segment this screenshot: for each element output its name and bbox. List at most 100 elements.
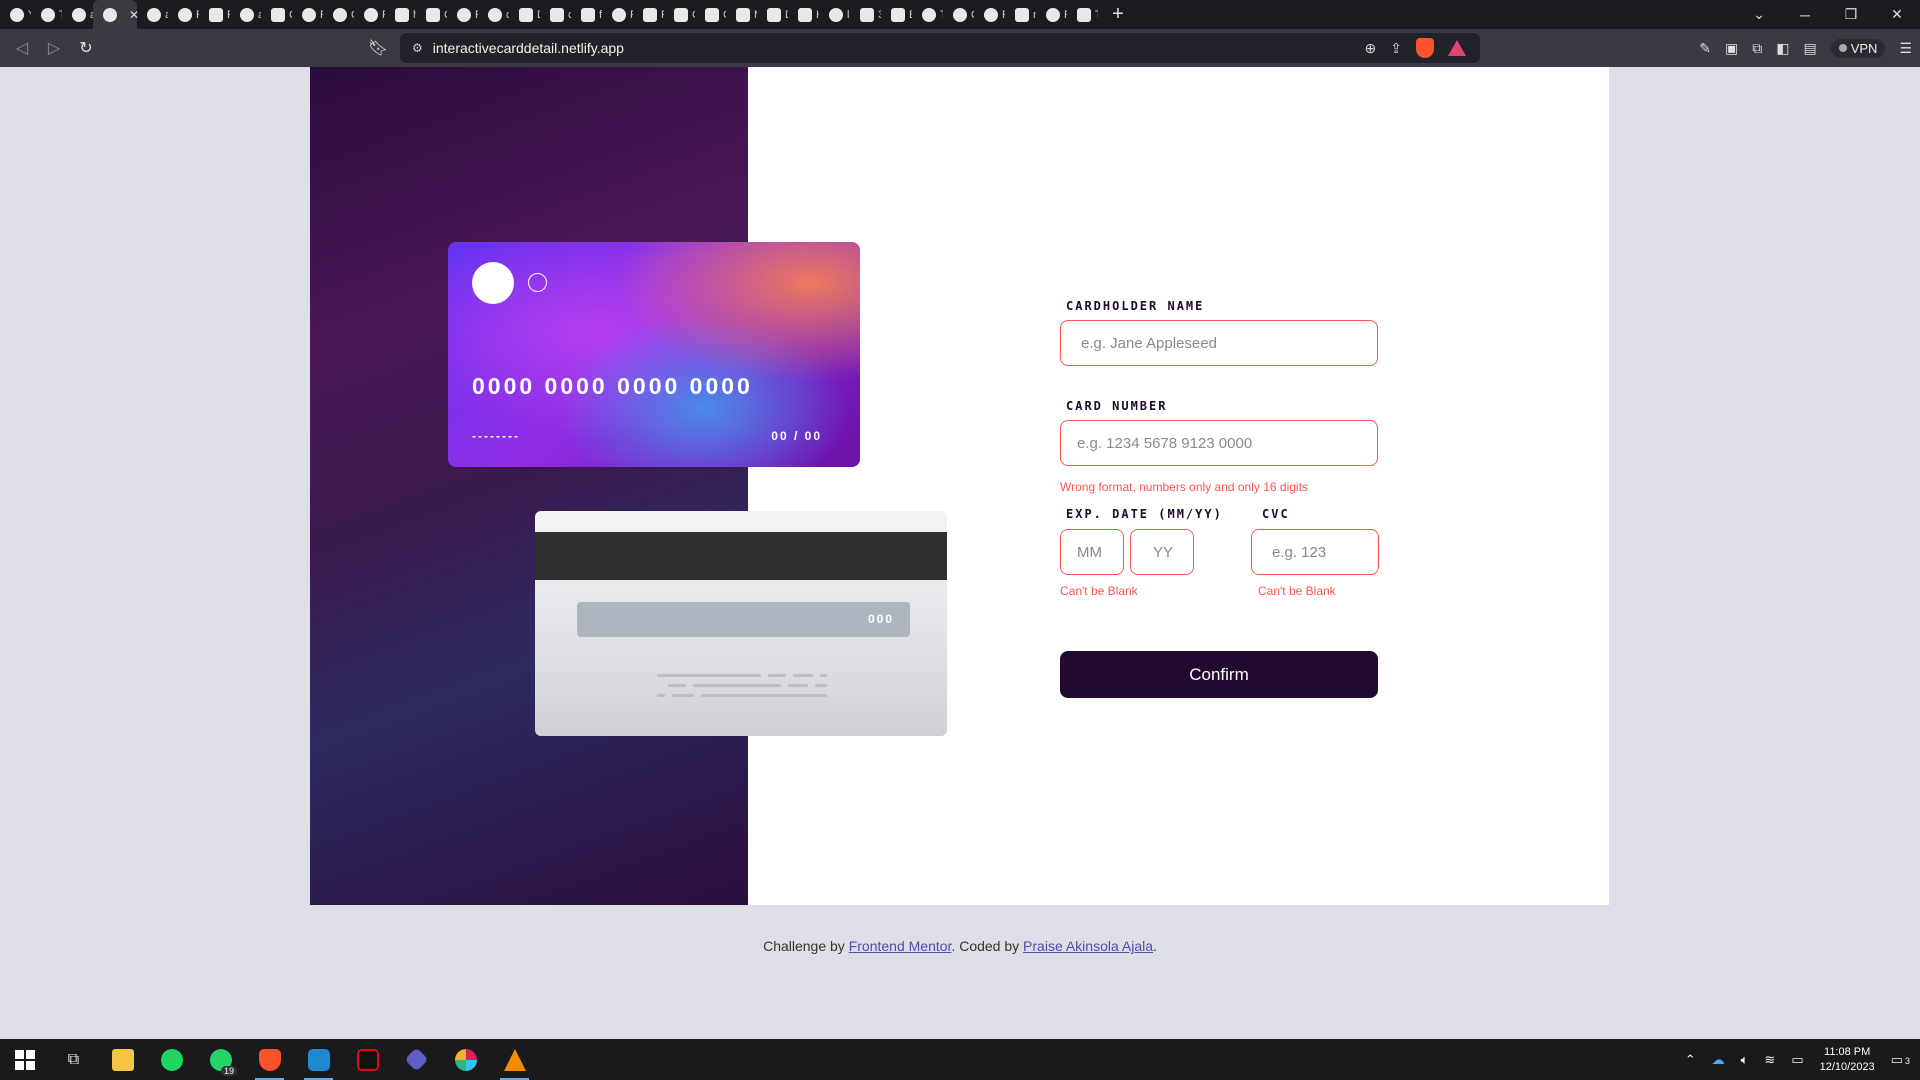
globe-icon <box>488 7 502 22</box>
new-tab-button[interactable]: + <box>1098 3 1138 26</box>
netflix-icon[interactable] <box>343 1039 392 1080</box>
close-window-button[interactable]: ✕ <box>1874 6 1920 23</box>
onedrive-icon[interactable]: ☁ <box>1712 1052 1725 1068</box>
card-expiry-display: 00 / 00 <box>771 429 822 443</box>
browser-tab[interactable]: M <box>726 0 757 29</box>
extensions-puzzle-icon[interactable]: ⧉ <box>1752 40 1762 57</box>
file-explorer-icon[interactable] <box>98 1039 147 1080</box>
exp-date-label: EXP. DATE (MM/YY) <box>1066 507 1223 521</box>
restore-button[interactable]: ❐ <box>1828 6 1874 23</box>
react-icon <box>41 7 55 22</box>
browser-tab[interactable]: Bi <box>881 0 912 29</box>
brave-icon[interactable] <box>245 1039 294 1080</box>
back-button[interactable]: ◁ <box>6 32 38 64</box>
windows-start-icon[interactable] <box>0 1039 49 1080</box>
exp-month-input[interactable] <box>1060 529 1124 575</box>
browser-tab[interactable]: Re <box>1036 0 1067 29</box>
browser-tab[interactable]: Gi <box>695 0 726 29</box>
site-info-icon[interactable]: ⚙︎ <box>412 41 423 55</box>
cardholder-name-input[interactable] <box>1060 320 1378 366</box>
globe-icon <box>829 7 843 22</box>
browser-tab[interactable]: 3N <box>850 0 881 29</box>
browser-tab[interactable]: aj <box>62 0 93 29</box>
eyedropper-icon[interactable]: ✎ <box>1699 40 1711 57</box>
browser-tab[interactable]: m <box>1005 0 1036 29</box>
minimize-button[interactable]: ─ <box>1782 7 1828 23</box>
browser-tab[interactable]: Re <box>168 0 199 29</box>
forward-button[interactable]: ▷ <box>38 32 70 64</box>
show-hidden-icons-chevron-icon[interactable]: ⌃ <box>1685 1052 1696 1068</box>
tab-search-chevron-icon[interactable]: ⌄ <box>1736 6 1782 23</box>
reload-button[interactable]: ↻ <box>70 32 102 64</box>
brave-rewards-icon[interactable] <box>1448 40 1466 56</box>
react-icon <box>457 7 471 22</box>
chatgpt-icon <box>612 7 626 22</box>
browser-tab[interactable]: O: <box>943 0 974 29</box>
wifi-icon[interactable]: ≋ <box>1764 1052 1775 1068</box>
browser-tab[interactable]: ch <box>540 0 571 29</box>
browser-tab[interactable]: Gi <box>664 0 695 29</box>
tab-active[interactable]: ✕ <box>93 0 139 29</box>
browser-tab[interactable]: D: <box>757 0 788 29</box>
browser-tab[interactable]: ht <box>385 0 416 29</box>
browser-tab[interactable]: ch <box>478 0 509 29</box>
browser-tab[interactable]: Fi <box>354 0 385 29</box>
browser-tab[interactable]: Te <box>912 0 943 29</box>
browser-tab[interactable]: D: <box>509 0 540 29</box>
app-icon[interactable] <box>392 1039 441 1080</box>
browser-tab[interactable]: Te <box>1067 0 1098 29</box>
browser-tab[interactable]: Pr <box>974 0 1005 29</box>
card-back-fineprint <box>657 674 761 677</box>
bookmark-icon[interactable]: 🔖︎ <box>362 32 394 64</box>
browser-tab[interactable]: Fr <box>633 0 664 29</box>
browser-tab[interactable]: Cl <box>416 0 447 29</box>
slack-icon[interactable] <box>441 1039 490 1080</box>
netlify-icon <box>103 7 117 22</box>
cvc-label: CVC <box>1262 507 1290 521</box>
battery-icon[interactable]: ▭ <box>1791 1052 1803 1068</box>
exp-year-input[interactable] <box>1130 529 1194 575</box>
sidebar-toggle-icon[interactable]: ◧ <box>1776 40 1789 57</box>
browser-tab[interactable]: Cl <box>323 0 354 29</box>
whatsapp-icon[interactable]: 19 <box>196 1039 245 1080</box>
browser-tab[interactable]: H: <box>788 0 819 29</box>
task-view-icon[interactable]: ⧉ <box>49 1039 98 1080</box>
browser-tab[interactable]: fa <box>571 0 602 29</box>
vlc-icon[interactable] <box>490 1039 539 1080</box>
browser-tab[interactable]: Ta <box>31 0 62 29</box>
card-number-input[interactable] <box>1060 420 1378 466</box>
address-bar[interactable]: ⚙︎ interactivecarddetail.netlify.app ⊕ ⇪ <box>400 33 1480 63</box>
app-icon <box>581 7 595 22</box>
windows-taskbar: ⧉ 19 ⌃ ☁ 🔈︎ ≋ ▭ 11:08 PM 12/10/2023 ▭ 3 <box>0 1039 1920 1080</box>
browser-tab[interactable]: aj <box>137 0 168 29</box>
app-icon <box>860 7 874 22</box>
zoom-icon[interactable]: ⊕ <box>1365 40 1377 57</box>
vscode-icon[interactable] <box>294 1039 343 1080</box>
spotify-icon[interactable] <box>147 1039 196 1080</box>
menu-icon[interactable]: ☰ <box>1899 40 1912 57</box>
volume-icon[interactable]: 🔈︎ <box>1741 1052 1749 1068</box>
notifications-icon[interactable]: ▭ 3 <box>1891 1052 1910 1068</box>
figma-icon <box>736 7 750 22</box>
extension-square-icon[interactable]: ▣ <box>1725 40 1738 57</box>
browser-tab[interactable]: Yo <box>0 0 31 29</box>
globe-icon <box>302 7 316 22</box>
cvc-input[interactable] <box>1251 529 1379 575</box>
frontend-mentor-link[interactable]: Frontend Mentor <box>849 938 952 954</box>
browser-tab[interactable]: Fr <box>199 0 230 29</box>
browser-tab[interactable]: Re <box>447 0 478 29</box>
browser-tab[interactable]: Re <box>602 0 633 29</box>
wallet-icon[interactable]: ▤ <box>1803 40 1816 57</box>
vpn-button[interactable]: VPN <box>1830 38 1886 58</box>
browser-tab[interactable]: aj <box>230 0 261 29</box>
browser-tab[interactable]: Cc <box>261 0 292 29</box>
vite-icon <box>705 7 719 22</box>
brave-shields-icon[interactable] <box>1416 38 1434 58</box>
browser-tab[interactable]: lo <box>819 0 850 29</box>
gradient-sidebar <box>310 67 748 905</box>
browser-tab[interactable]: Fe <box>292 0 323 29</box>
clock[interactable]: 11:08 PM 12/10/2023 <box>1820 1045 1875 1075</box>
confirm-button[interactable]: Confirm <box>1060 651 1378 698</box>
author-link[interactable]: Praise Akinsola Ajala <box>1023 938 1153 954</box>
share-icon[interactable]: ⇪ <box>1390 40 1402 57</box>
